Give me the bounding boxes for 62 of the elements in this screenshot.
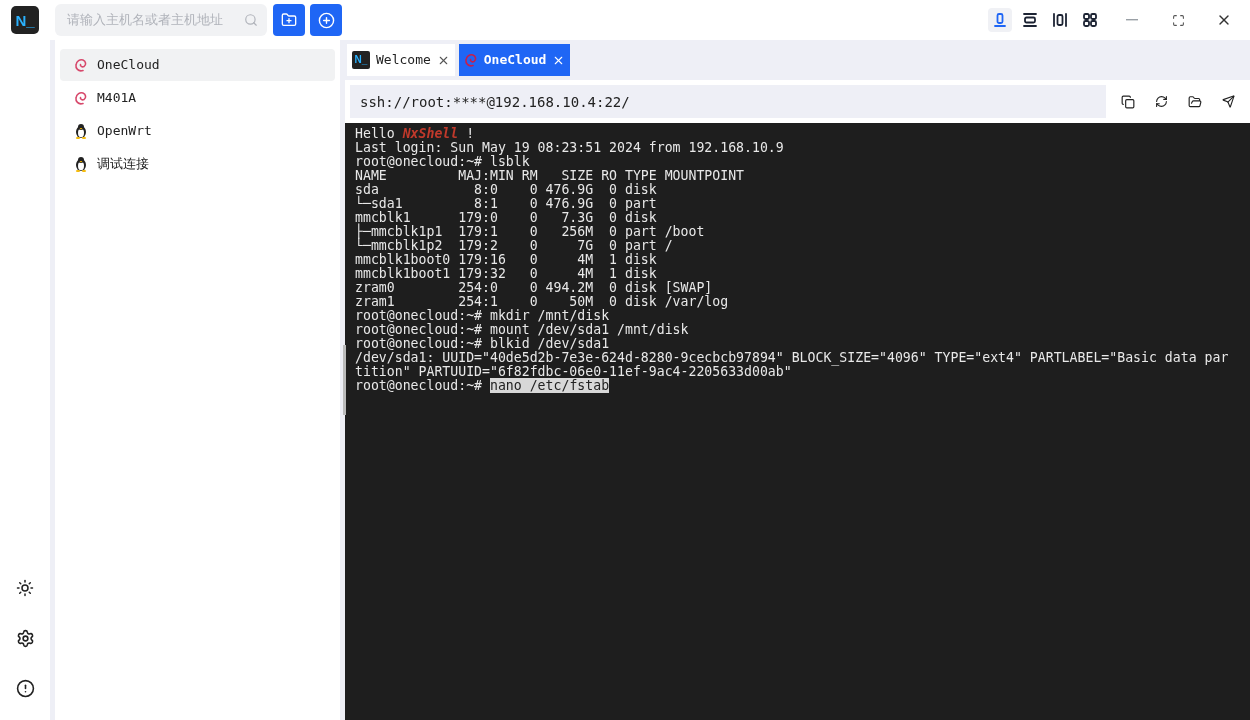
- app-logo: N_: [352, 51, 370, 69]
- terminal-line: root@onecloud:~# mount /dev/sda1 /mnt/disk: [355, 323, 690, 337]
- terminal-line: └─sda1 8:1 0 476.9G 0 part: [355, 197, 658, 211]
- search-icon: [244, 13, 258, 27]
- host-item[interactable]: M401A: [60, 82, 335, 114]
- terminal-line: ├─mmcblk1p1 179:1 0 256M 0 part /boot: [355, 225, 706, 239]
- swirl-icon: [74, 90, 88, 106]
- add-host-button[interactable]: [310, 4, 342, 36]
- terminal-line: NAME MAJ:MIN RM SIZE RO TYPE MOUNTPOINT: [355, 169, 746, 183]
- terminal-line: Hello NxShell !: [355, 127, 476, 141]
- maximize-icon: [1171, 13, 1185, 27]
- terminal-line: zram0 254:0 0 494.2M 0 disk [SWAP]: [355, 281, 714, 295]
- swirl-icon: [463, 52, 478, 68]
- new-folder-button[interactable]: [273, 4, 305, 36]
- folder-plus-icon: [281, 12, 297, 28]
- terminal-line: zram1 254:1 0 50M 0 disk /var/log: [355, 295, 730, 309]
- penguin-icon: [74, 123, 88, 139]
- layout-icon: [1022, 12, 1038, 28]
- terminal-line: root@onecloud:~# blkid /dev/sda1: [355, 337, 611, 351]
- session-tab[interactable]: OneCloud: [458, 44, 571, 76]
- host-item[interactable]: OpenWrt: [60, 115, 335, 147]
- terminal-line: root@onecloud:~# nano /etc/fstab: [355, 379, 611, 393]
- session-tab[interactable]: N_ Welcome: [347, 44, 455, 76]
- terminal-line: mmcblk1boot1 179:32 0 4M 1 disk: [355, 267, 658, 281]
- swirl-icon: [74, 57, 88, 73]
- terminal-line: └─mmcblk1p2 179:2 0 7G 0 part /: [355, 239, 673, 253]
- sun-icon: [16, 579, 34, 597]
- terminal-line: /dev/sda1: UUID="40de5d2b-7e3e-624d-8280-9cecbcb97894" BLOCK_SIZE="4096" TYPE="ext4" PARTLABEL="Basic data par: [355, 351, 1230, 365]
- host-name: M401A: [97, 89, 137, 108]
- send-button[interactable]: [1222, 95, 1235, 108]
- info-icon: [15, 678, 35, 698]
- layout-icon: [992, 12, 1008, 28]
- host-item[interactable]: OneCloud: [60, 49, 335, 81]
- terminal-line: mmcblk1boot0 179:16 0 4M 1 disk: [355, 253, 658, 267]
- add-icon: [317, 11, 335, 29]
- minimize-icon: [1126, 19, 1138, 21]
- send-icon: [1222, 95, 1235, 108]
- layout-icon: [1052, 12, 1068, 28]
- splitter-handle[interactable]: [343, 345, 346, 415]
- copy-button[interactable]: [1121, 94, 1135, 109]
- layout-icon: [1082, 12, 1098, 28]
- search-field[interactable]: 请输入主机名或者主机地址: [55, 4, 267, 36]
- folder-icon: [1188, 94, 1202, 109]
- copy-icon: [1121, 94, 1135, 109]
- host-name: OneCloud: [97, 56, 160, 75]
- terminal[interactable]: [345, 123, 1250, 720]
- terminal-line: root@onecloud:~# lsblk: [355, 155, 531, 169]
- refresh-button[interactable]: [1155, 95, 1168, 108]
- host-item[interactable]: 调试连接: [60, 148, 335, 180]
- app-logo: N_: [11, 6, 39, 34]
- folder-button[interactable]: [1188, 94, 1202, 109]
- terminal-line: sda 8:0 0 476.9G 0 disk: [355, 183, 658, 197]
- terminal-line: tition" PARTUUID="6f82fdbc-06e0-11ef-9ac4-2205633d00ab": [355, 365, 792, 379]
- terminal-line: root@onecloud:~# mkdir /mnt/disk: [355, 309, 611, 323]
- address-field[interactable]: ssh://root:****@192.168.10.4:22/: [350, 85, 1106, 118]
- host-name: 调试连接: [97, 155, 149, 174]
- penguin-icon: [74, 156, 88, 172]
- terminal-line: mmcblk1 179:0 0 7.3G 0 disk: [355, 211, 658, 225]
- refresh-icon: [1155, 95, 1168, 108]
- terminal-line: Last login: Sun May 19 08:23:51 2024 from 192.168.10.9: [355, 141, 785, 155]
- host-name: OpenWrt: [97, 122, 152, 141]
- settings-icon: [15, 628, 35, 648]
